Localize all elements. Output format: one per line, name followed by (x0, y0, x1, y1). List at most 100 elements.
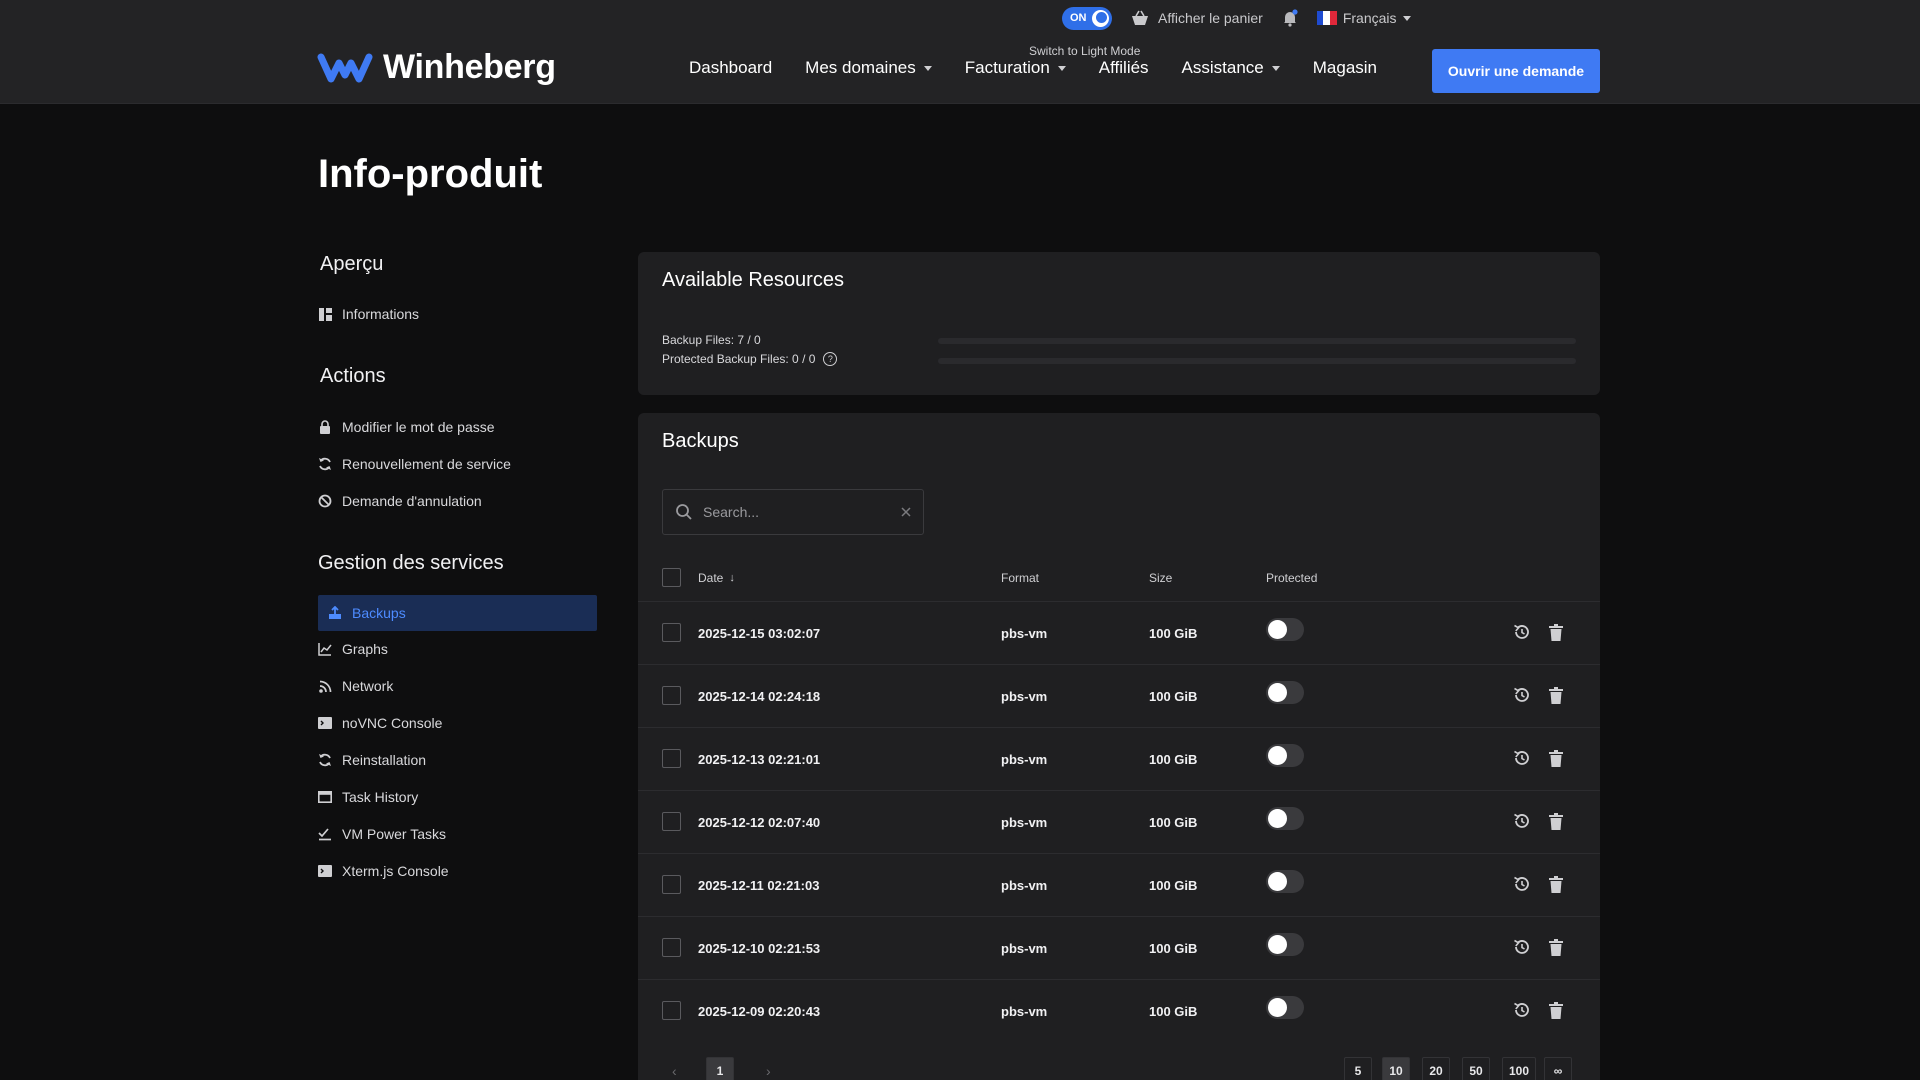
restore-icon[interactable] (1511, 747, 1533, 769)
next-page-button[interactable]: › (766, 1057, 771, 1080)
flag-icon (1316, 11, 1337, 25)
ban-icon (318, 494, 332, 508)
protected-toggle[interactable] (1266, 681, 1304, 704)
nav-label: Facturation (964, 58, 1050, 77)
trash-icon[interactable] (1545, 747, 1567, 769)
restore-icon[interactable] (1511, 684, 1533, 706)
column-date-label: Date (698, 571, 724, 585)
sidebar-item-label: Network (342, 678, 394, 694)
grid-icon (318, 307, 332, 321)
table-row: 2025-12-13 02:21:01 pbs-vm 100 GiB (638, 727, 1600, 789)
sidebar-item-informations[interactable]: Informations (318, 298, 598, 330)
nav-magasin[interactable]: Magasin (1313, 58, 1377, 78)
logo[interactable]: Winheberg (317, 48, 556, 87)
protected-toggle[interactable] (1266, 618, 1304, 641)
sidebar-item-novnc-console[interactable]: noVNC Console (318, 707, 598, 739)
row-checkbox[interactable] (662, 1001, 681, 1020)
refresh-icon (318, 753, 332, 767)
restore-icon[interactable] (1511, 810, 1533, 832)
theme-toggle[interactable]: ON (1062, 6, 1112, 30)
logo-mark-icon (317, 53, 373, 82)
nav-facturation[interactable]: Facturation (965, 58, 1066, 78)
sidebar-item-backups[interactable]: Backups (318, 595, 597, 631)
open-ticket-button[interactable]: Ouvrir une demande (1432, 49, 1600, 93)
checkbox (662, 568, 681, 587)
pagination: ‹ 1 › 5 10 20 50 100 ∞ (638, 1057, 1600, 1080)
trash-icon[interactable] (1545, 999, 1567, 1021)
sidebar-item-graphs[interactable]: Graphs (318, 633, 598, 665)
sidebar-item-reinstallation[interactable]: Reinstallation (318, 744, 598, 776)
trash-icon[interactable] (1545, 684, 1567, 706)
search-input[interactable] (703, 504, 891, 520)
protected-toggle[interactable] (1266, 744, 1304, 767)
nav-dashboard[interactable]: Dashboard (689, 58, 772, 78)
lock-icon (318, 420, 332, 434)
trash-icon[interactable] (1545, 873, 1567, 895)
sidebar-item-task-history[interactable]: Task History (318, 781, 598, 813)
sidebar-item-label: Demande d'annulation (342, 493, 482, 509)
row-checkbox[interactable] (662, 812, 681, 831)
sidebar-item-label: Informations (342, 306, 420, 322)
row-checkbox[interactable] (662, 875, 681, 894)
trash-icon[interactable] (1545, 810, 1567, 832)
chevron-down-icon (1057, 65, 1066, 71)
row-checkbox[interactable] (662, 938, 681, 957)
nav-assistance[interactable]: Assistance (1182, 58, 1280, 78)
restore-icon[interactable] (1511, 999, 1533, 1021)
sidebar-item-label: noVNC Console (342, 715, 443, 731)
column-size[interactable]: Size (1149, 571, 1172, 585)
cart-link[interactable]: Afficher le panier (1130, 10, 1263, 26)
column-date[interactable]: Date ↓ (698, 571, 735, 585)
row-checkbox[interactable] (662, 686, 681, 705)
page-size-20[interactable]: 20 (1422, 1057, 1450, 1080)
sidebar-item-label: VM Power Tasks (342, 826, 446, 842)
prev-page-button[interactable]: ‹ (672, 1057, 677, 1080)
restore-icon[interactable] (1511, 621, 1533, 643)
protected-toggle[interactable] (1266, 870, 1304, 893)
sidebar-item-vm-power-tasks[interactable]: VM Power Tasks (318, 818, 598, 850)
sidebar-item-network[interactable]: Network (318, 670, 598, 702)
protected-toggle[interactable] (1266, 807, 1304, 830)
protected-toggle[interactable] (1266, 996, 1304, 1019)
page-size-100[interactable]: 100 (1502, 1057, 1537, 1080)
row-checkbox[interactable] (662, 623, 681, 642)
nav-mes-domaines[interactable]: Mes domaines (805, 58, 932, 78)
backup-size: 100 GiB (1149, 877, 1198, 893)
backup-date: 2025-12-14 02:24:18 (698, 688, 821, 704)
page-size-10[interactable]: 10 (1382, 1057, 1410, 1080)
column-format[interactable]: Format (1001, 571, 1039, 585)
trash-icon[interactable] (1545, 936, 1567, 958)
bell-icon[interactable] (1281, 9, 1299, 27)
clear-icon[interactable] (901, 507, 911, 517)
trash-icon[interactable] (1545, 621, 1567, 643)
backup-size: 100 GiB (1149, 940, 1198, 956)
page-size-all[interactable]: ∞ (1544, 1057, 1572, 1080)
sidebar-item-label: Graphs (342, 641, 388, 657)
protected-toggle[interactable] (1266, 933, 1304, 956)
page-size-5[interactable]: 5 (1344, 1057, 1372, 1080)
restore-icon[interactable] (1511, 936, 1533, 958)
page-size-50[interactable]: 50 (1462, 1057, 1490, 1080)
nav-affilies[interactable]: Affiliés (1099, 58, 1149, 78)
column-protected[interactable]: Protected (1266, 571, 1317, 585)
select-all-checkbox[interactable] (662, 568, 681, 587)
language-selector[interactable]: Français (1316, 10, 1411, 26)
table-row: 2025-12-12 02:07:40 pbs-vm 100 GiB (638, 790, 1600, 852)
column-format-label: Format (1001, 571, 1040, 585)
language-label: Français (1342, 10, 1397, 26)
restore-icon[interactable] (1511, 873, 1533, 895)
sidebar-item-change-password[interactable]: Modifier le mot de passe (318, 411, 598, 443)
nav-label: Dashboard (689, 58, 773, 77)
sidebar-item-renewal[interactable]: Renouvellement de service (318, 448, 598, 480)
help-icon[interactable]: ? (823, 352, 838, 366)
sidebar-item-cancellation[interactable]: Demande d'annulation (318, 485, 598, 517)
chevron-down-icon (1402, 15, 1411, 21)
column-size-label: Size (1149, 571, 1173, 585)
column-protected-label: Protected (1266, 571, 1318, 585)
nav-label: Affiliés (1098, 58, 1149, 77)
row-checkbox[interactable] (662, 749, 681, 768)
backups-card: Backups Date ↓ Format Size Protected 202… (638, 413, 1600, 1080)
page-button[interactable]: 1 (706, 1057, 734, 1080)
sidebar-item-label: Renouvellement de service (342, 456, 511, 472)
sidebar-item-xterm-console[interactable]: Xterm.js Console (318, 855, 598, 887)
